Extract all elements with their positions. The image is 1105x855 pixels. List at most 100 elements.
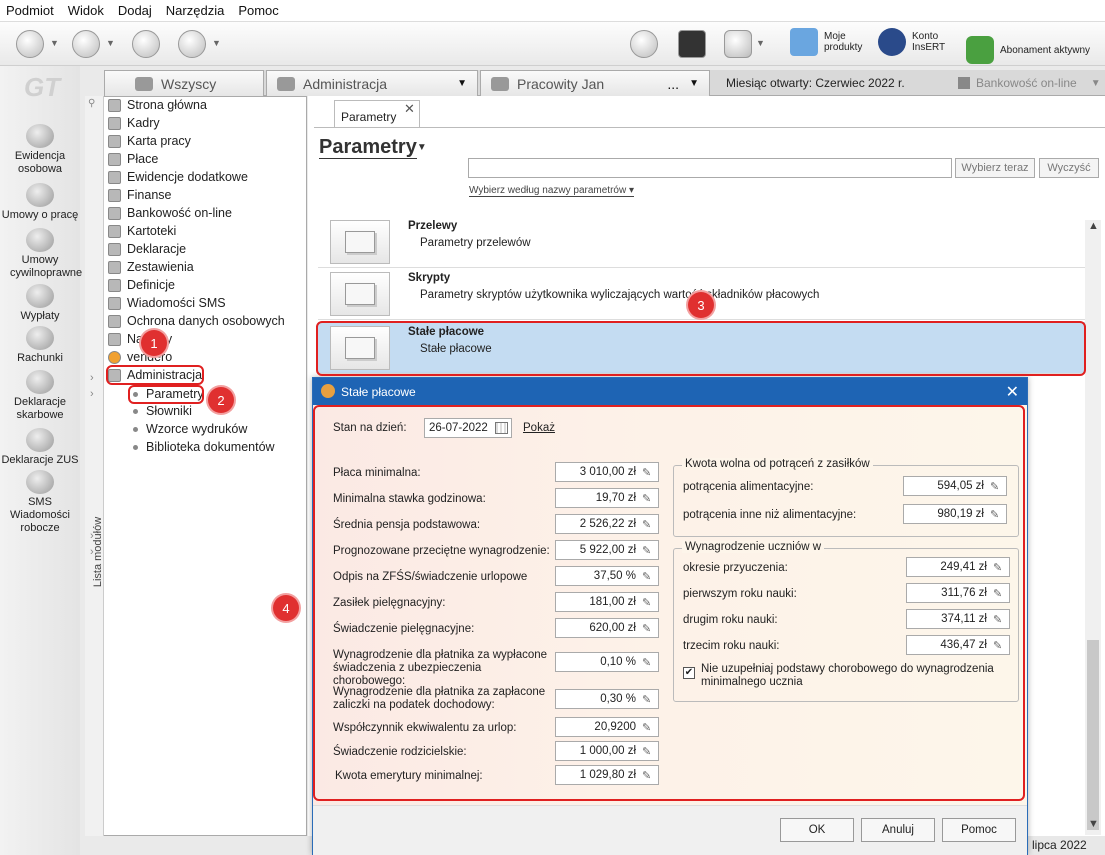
- tree-item-karta-pracy[interactable]: Karta pracy: [108, 132, 191, 150]
- forward-icon[interactable]: [72, 30, 100, 58]
- declaration-icon: [26, 370, 54, 394]
- globe-icon[interactable]: [630, 30, 658, 58]
- left-deklaracje-skarbowe[interactable]: Deklaracje skarbowe: [0, 370, 80, 422]
- highlight-dialog-fields: [313, 405, 1025, 801]
- tree-sub-slowniki[interactable]: Słowniki: [133, 402, 192, 420]
- abonament-button[interactable]: Abonament aktywny: [966, 36, 1090, 64]
- chevron-up-icon[interactable]: ▲: [1088, 220, 1099, 232]
- left-deklaracje-zus[interactable]: Deklaracje ZUS: [0, 428, 80, 467]
- chevron-down-icon[interactable]: ▼: [756, 38, 765, 48]
- app-icon: [321, 384, 335, 398]
- month-open-label: Miesiąc otwarty: Czerwiec 2022 r.: [726, 76, 905, 90]
- vendero-icon: [108, 350, 121, 364]
- help-button[interactable]: Pomoc: [942, 818, 1016, 842]
- row-title: Przelewy: [408, 220, 458, 232]
- row-desc: Parametry przelewów: [420, 237, 531, 249]
- envelope-icon: [26, 284, 54, 308]
- declaration-icon: [108, 242, 121, 256]
- tree-item-sms[interactable]: Wiadomości SMS: [108, 294, 226, 312]
- tree-item-kartoteki[interactable]: Kartoteki: [108, 222, 176, 240]
- chevron-right-icon[interactable]: ›: [90, 372, 94, 384]
- step-badge: 3: [688, 292, 714, 318]
- parameter-icon: [330, 220, 390, 264]
- shield-icon: [108, 314, 121, 328]
- konto-insert-button[interactable]: Konto InsERT: [878, 28, 956, 56]
- tree-item-kadry[interactable]: Kadry: [108, 114, 160, 132]
- avatar: [878, 28, 906, 56]
- scroll-thumb[interactable]: [1087, 640, 1099, 830]
- clear-button[interactable]: Wyczyść: [1039, 158, 1099, 178]
- chevron-right-icon[interactable]: ›: [90, 530, 94, 542]
- bank-online-button[interactable]: Bankowość on-line ▼: [958, 76, 1101, 90]
- bullet-icon: [133, 426, 138, 432]
- pin-icon[interactable]: ⚲: [88, 98, 95, 109]
- gt-logo: GT: [24, 72, 61, 102]
- moje-produkty-button[interactable]: Moje produkty: [790, 28, 872, 56]
- left-umowy-o-prace[interactable]: Umowy o pracę: [0, 183, 80, 222]
- menu-pomoc[interactable]: Pomoc: [238, 3, 278, 18]
- chevron-right-icon[interactable]: ›: [90, 546, 94, 558]
- menu-widok[interactable]: Widok: [68, 3, 104, 18]
- list-item[interactable]: Przelewy Parametry przelewów: [318, 216, 1085, 268]
- group-icon: [135, 76, 153, 91]
- back-icon[interactable]: [16, 30, 44, 58]
- tab-divider: [314, 127, 1105, 128]
- left-umowy-cywilnoprawne[interactable]: Umowy cywilnoprawne: [0, 228, 82, 280]
- tree-item-strona-glowna[interactable]: Strona główna: [108, 96, 207, 114]
- chevron-down-icon[interactable]: ▼: [457, 78, 467, 89]
- ok-button[interactable]: OK: [780, 818, 854, 842]
- tree-item-ewidencje[interactable]: Ewidencje dodatkowe: [108, 168, 248, 186]
- chevron-down-icon[interactable]: ▼: [50, 38, 59, 48]
- people-icon: [108, 116, 121, 130]
- tree-sub-wzorce[interactable]: Wzorce wydruków: [133, 420, 247, 438]
- products-icon: [790, 28, 818, 56]
- tree-item-zestawienia[interactable]: Zestawienia: [108, 258, 194, 276]
- left-rachunki[interactable]: Rachunki: [0, 326, 80, 365]
- menu-dodaj[interactable]: Dodaj: [118, 3, 152, 18]
- chevron-down-icon[interactable]: ▼: [212, 38, 221, 48]
- person-icon: [26, 124, 54, 148]
- close-icon[interactable]: ✕: [404, 101, 415, 117]
- chevron-down-icon[interactable]: ▼: [106, 38, 115, 48]
- tree-item-finanse[interactable]: Finanse: [108, 186, 171, 204]
- left-sms[interactable]: SMS Wiadomości robocze: [0, 470, 80, 535]
- more-button[interactable]: ...: [667, 76, 679, 92]
- page-title[interactable]: Parametry▼: [319, 136, 427, 159]
- step-badge: 4: [273, 595, 299, 621]
- tree-item-deklaracje[interactable]: Deklaracje: [108, 240, 186, 258]
- help-icon[interactable]: [178, 30, 206, 58]
- tree-sub-biblioteka[interactable]: Biblioteka dokumentów: [133, 438, 275, 456]
- choose-now-button[interactable]: Wybierz teraz: [955, 158, 1035, 178]
- cloud-icon[interactable]: [724, 30, 752, 58]
- cancel-button[interactable]: Anuluj: [861, 818, 935, 842]
- group-icon: [277, 76, 295, 91]
- left-ewidencja-osobowa[interactable]: Ewidencja osobowa: [0, 124, 80, 176]
- tree-item-place[interactable]: Płace: [108, 150, 158, 168]
- tab-wszyscy[interactable]: Wszyscy: [104, 70, 264, 96]
- cost-icon: [108, 332, 121, 346]
- module-list-strip[interactable]: ⚲ Lista modułów: [85, 96, 104, 836]
- tree-item-definicje[interactable]: Definicje: [108, 276, 175, 294]
- tab-pracowity-jan[interactable]: Pracowity Jan... ▼: [480, 70, 710, 96]
- tree-item-bankowosc[interactable]: Bankowość on-line: [108, 204, 232, 222]
- lock-icon: [958, 77, 970, 89]
- filter-dropdown[interactable]: Wybierz według nazwy parametrów ▾: [469, 185, 635, 197]
- chevron-right-icon[interactable]: ›: [90, 388, 94, 400]
- left-wyplaty[interactable]: Wypłaty: [0, 284, 80, 323]
- close-icon[interactable]: ✕: [1006, 382, 1019, 402]
- chevron-down-icon[interactable]: ▼: [689, 78, 699, 89]
- konto-label: Konto InsERT: [912, 31, 946, 53]
- row-title: Skrypty: [408, 272, 451, 284]
- menu-podmiot[interactable]: Podmiot: [6, 3, 54, 18]
- status-date: lipca 2022: [1026, 836, 1105, 855]
- tools-icon[interactable]: [132, 30, 160, 58]
- chevron-down-icon[interactable]: ▼: [1088, 818, 1099, 830]
- tree-item-ochrona-danych[interactable]: Ochrona danych osobowych: [108, 312, 285, 330]
- definition-icon: [108, 278, 121, 292]
- tab-administracja[interactable]: Administracja ▼: [266, 70, 478, 96]
- report-icon: [108, 260, 121, 274]
- search-input[interactable]: [468, 158, 952, 178]
- menu-narzedzia[interactable]: Narzędzia: [166, 3, 225, 18]
- scrollbar[interactable]: ▲ ▼: [1085, 220, 1101, 835]
- cube-icon[interactable]: [678, 30, 706, 58]
